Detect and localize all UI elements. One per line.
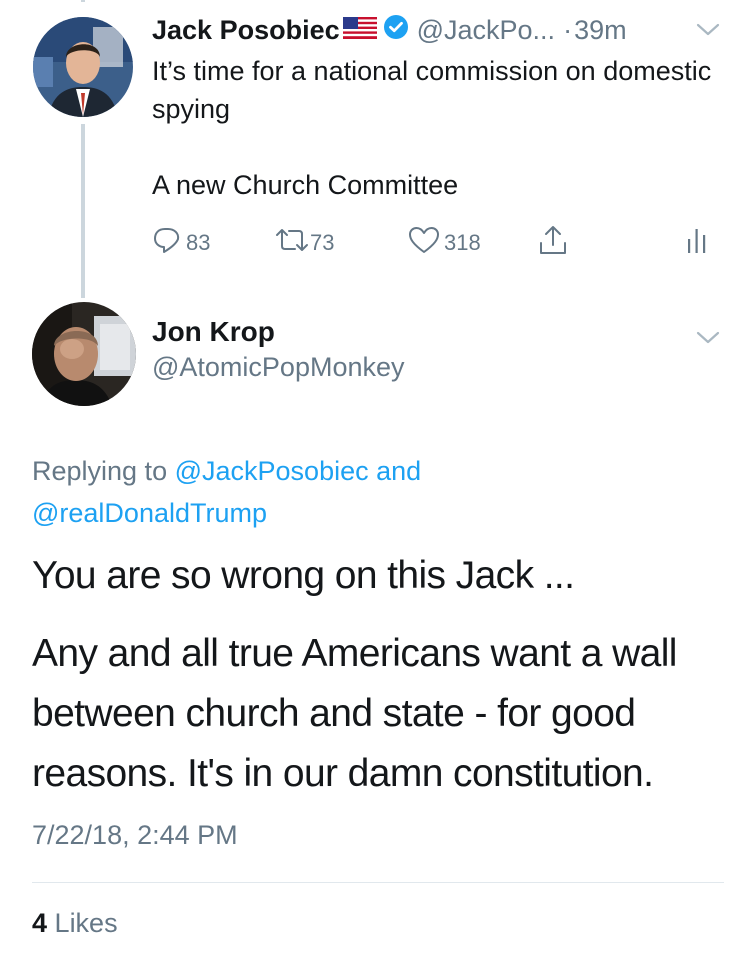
tweet-text-paragraph: You are so wrong on this Jack ... — [32, 554, 575, 597]
verified-badge-icon — [383, 14, 409, 47]
parent-tweet-text: It’s time for a national commission on d… — [152, 52, 712, 204]
chevron-down-icon[interactable] — [696, 22, 720, 43]
likes-summary[interactable]: 4 Likes — [32, 908, 118, 939]
avatar[interactable] — [33, 17, 133, 117]
thread-line-top — [81, 0, 85, 2]
share-icon — [538, 224, 568, 262]
replying-to-label: Replying to — [32, 456, 168, 486]
tweet-timestamp: 7/22/18, 2:44 PM — [32, 820, 238, 850]
display-name[interactable]: Jon Krop — [152, 316, 275, 348]
reply-count: 83 — [186, 230, 211, 255]
tweet-actions: 83 73 318 — [152, 226, 712, 260]
retweet-button[interactable]: 73 — [274, 226, 334, 260]
likes-label: Likes — [54, 908, 118, 938]
tweet-text-line: A new Church Committee — [152, 170, 459, 200]
handle[interactable]: @AtomicPopMonkey — [152, 352, 405, 383]
avatar[interactable] — [32, 302, 136, 406]
separator: · — [563, 14, 573, 45]
mention-link[interactable]: @JackPosobiec — [175, 456, 369, 486]
mention-link[interactable]: @realDonaldTrump — [32, 498, 267, 528]
tweet-time[interactable]: 39m — [574, 15, 627, 46]
replying-and[interactable]: and — [376, 456, 421, 486]
retweet-icon — [274, 225, 310, 261]
us-flag-icon — [342, 15, 377, 46]
reply-icon — [152, 225, 182, 261]
tweet-text-paragraph: Any and all true Americans want a wall b… — [32, 632, 677, 795]
retweet-count: 73 — [310, 230, 335, 255]
like-count: 318 — [444, 230, 481, 255]
thread-line — [81, 124, 85, 298]
analytics-icon — [686, 225, 708, 261]
replying-to: Replying to @JackPosobiec and @realDonal… — [32, 450, 712, 534]
heart-icon — [408, 225, 440, 261]
analytics-button[interactable] — [686, 226, 708, 260]
chevron-down-icon[interactable] — [696, 330, 720, 351]
display-name[interactable]: Jack Posobiec — [152, 15, 340, 46]
parent-tweet-header: Jack Posobiec @JackPo... · 39m — [152, 12, 627, 48]
like-button[interactable]: 318 — [408, 226, 481, 260]
likes-count: 4 — [32, 908, 48, 938]
reply-tweet-text: You are so wrong on this Jack ... Any an… — [32, 546, 732, 804]
reply-button[interactable]: 83 — [152, 226, 210, 260]
tweet-text-line: It’s time for a national commission on d… — [152, 56, 712, 124]
divider — [32, 882, 724, 883]
share-button[interactable] — [538, 226, 568, 260]
handle[interactable]: @JackPo... — [417, 15, 555, 46]
